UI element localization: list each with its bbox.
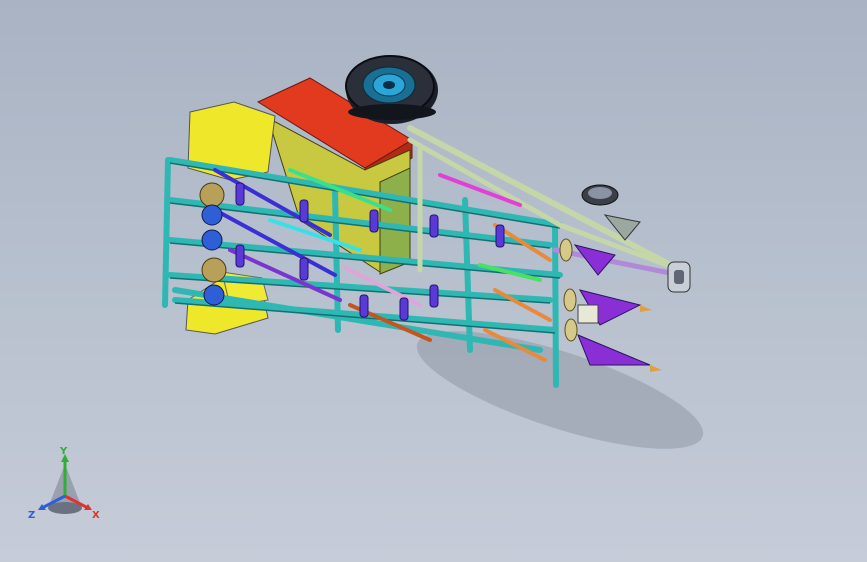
- hitch-frame: [407, 125, 683, 278]
- seeder-machine-model[interactable]: [0, 0, 867, 562]
- hitch-clevis: [667, 261, 691, 293]
- orientation-triad[interactable]: Y X Z: [22, 446, 108, 526]
- spare-tire: [345, 55, 438, 124]
- x-axis-label: X: [92, 510, 100, 521]
- z-axis-label: Z: [28, 510, 35, 521]
- 3d-viewport[interactable]: Y X Z: [0, 0, 867, 562]
- bracket: [577, 304, 599, 324]
- model-shadow: [416, 331, 704, 449]
- y-axis-label: Y: [59, 446, 68, 457]
